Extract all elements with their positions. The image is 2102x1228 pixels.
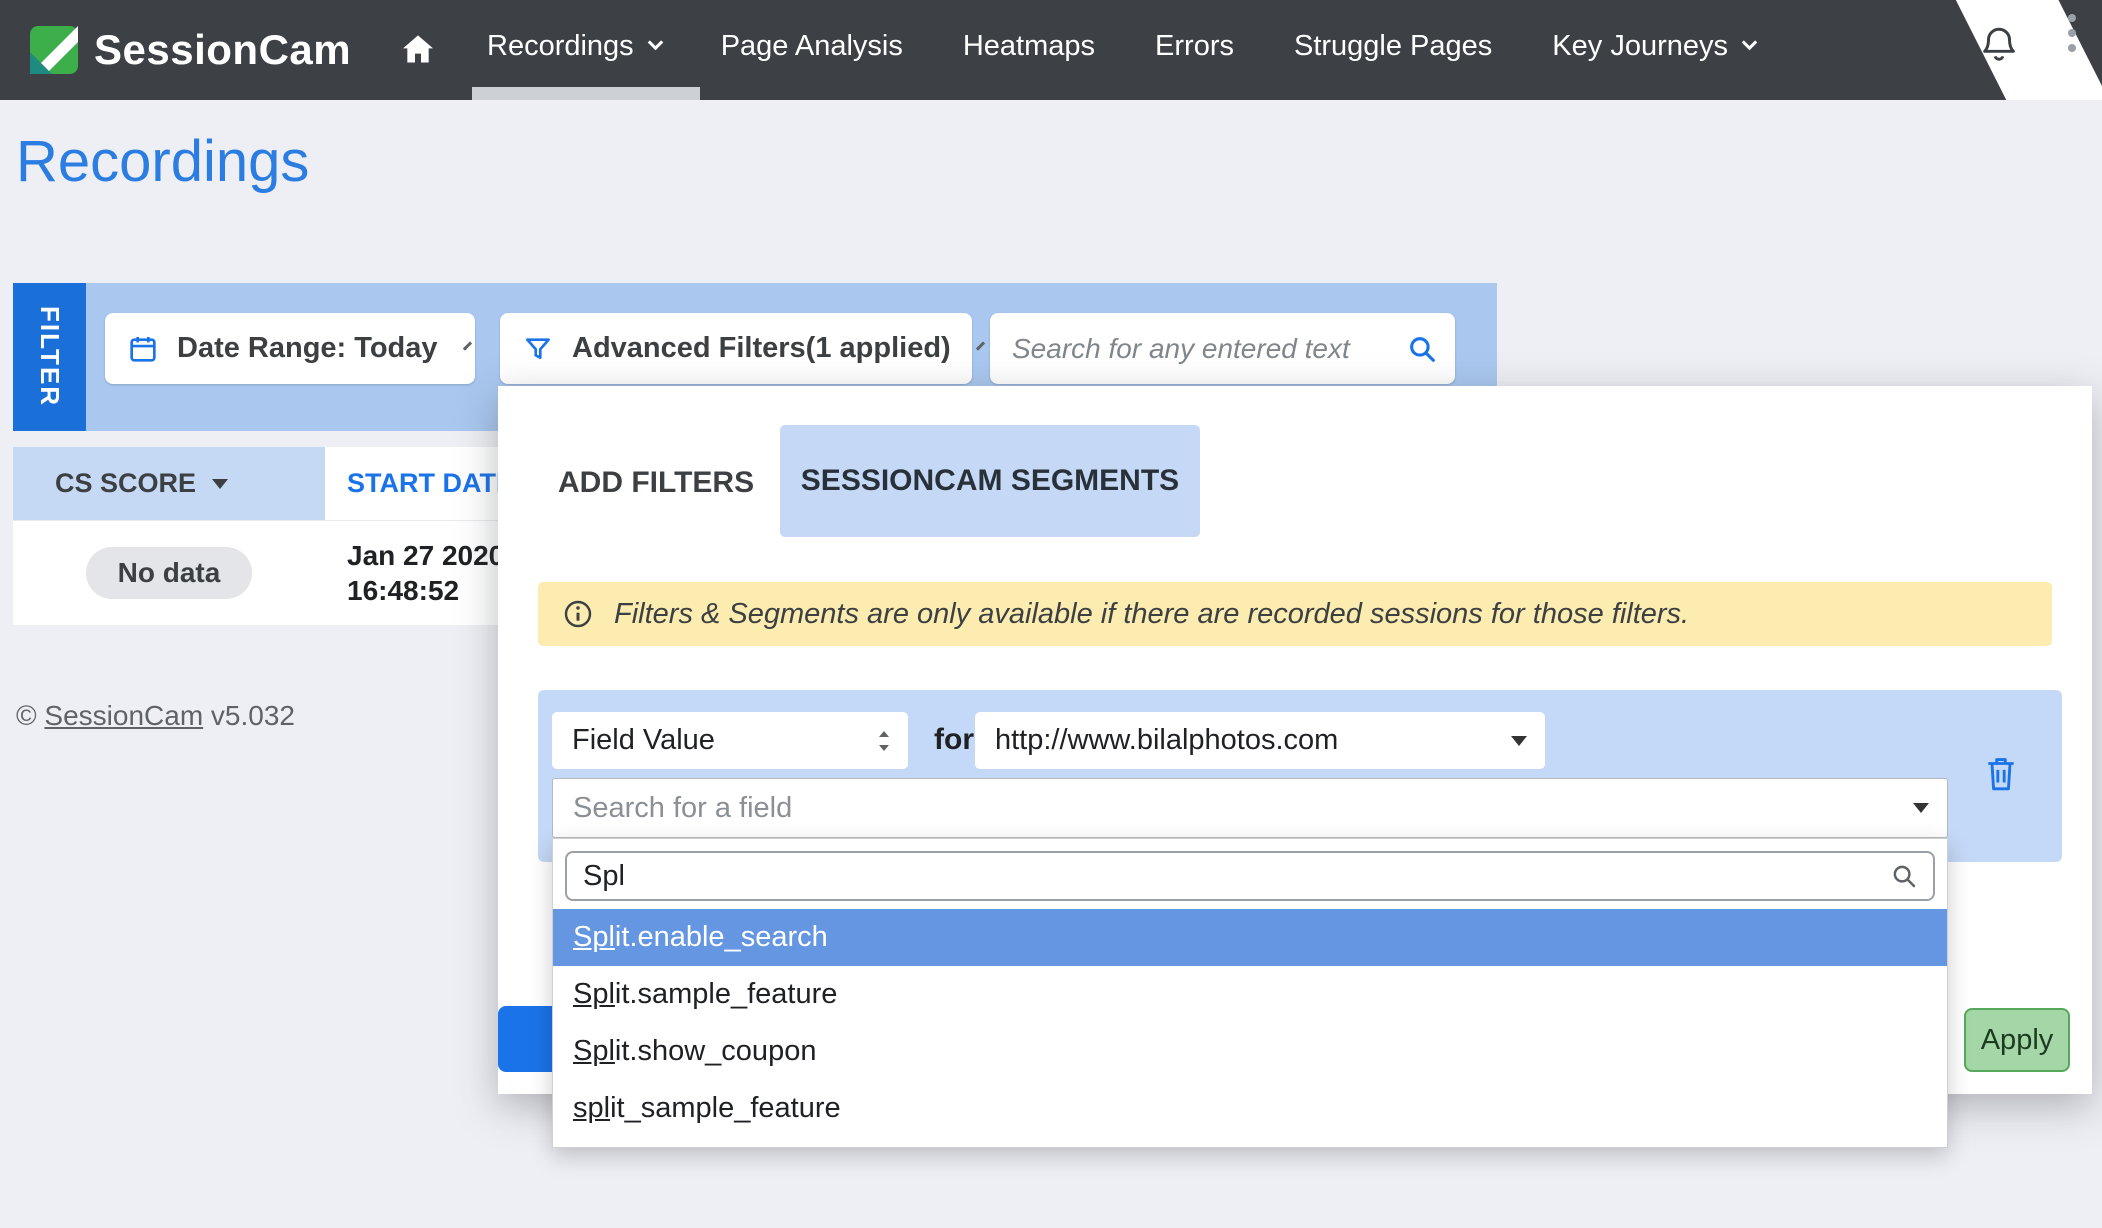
chevron-down-icon <box>647 35 663 51</box>
no-data-badge: No data <box>86 547 253 599</box>
search-icon[interactable] <box>1405 332 1439 366</box>
partially-hidden-button[interactable] <box>498 1006 560 1072</box>
column-header-start-date[interactable]: START DATE <box>325 447 514 520</box>
nav-item-label: Key Journeys <box>1552 30 1728 63</box>
start-date-header-label: START DATE <box>347 468 514 499</box>
advanced-filters-label: Advanced Filters(1 applied) <box>572 332 951 365</box>
start-date-cell: Jan 27 2020, 16:48:52 <box>325 521 512 625</box>
search-icon <box>1889 861 1919 891</box>
date-range-label: Date Range: Today <box>177 332 438 365</box>
nav-item-key-journeys[interactable]: Key Journeys <box>1552 30 1755 63</box>
tab-add-filters[interactable]: ADD FILTERS <box>558 458 754 508</box>
chevron-down-icon <box>1742 35 1758 51</box>
nav-item-label: Struggle Pages <box>1294 30 1492 63</box>
option-split-enable-search[interactable]: Split.enable_search <box>553 909 1947 966</box>
nav-items: Recordings Page Analysis Heatmaps Errors… <box>487 0 1755 92</box>
calendar-icon <box>127 333 159 365</box>
field-search-combobox[interactable]: Search for a field <box>552 778 1948 838</box>
version-label: v5.032 <box>203 700 295 731</box>
cs-score-header-label: CS SCORE <box>55 468 196 499</box>
notifications-bell-icon[interactable] <box>1978 22 2020 68</box>
sort-descending-icon <box>212 479 228 489</box>
option-match-text: Spl <box>573 921 615 954</box>
info-icon <box>562 598 594 630</box>
field-type-value: Field Value <box>572 724 715 757</box>
for-label: for <box>934 723 974 757</box>
select-arrow-icon <box>1511 736 1527 746</box>
chevron-down-icon <box>462 341 471 350</box>
option-rest-text: it.enable_search <box>615 921 828 954</box>
advanced-filters-button[interactable]: Advanced Filters(1 applied) <box>500 313 972 384</box>
nav-item-errors[interactable]: Errors <box>1155 30 1234 63</box>
home-icon[interactable] <box>398 30 438 70</box>
brand-logo-icon <box>30 26 78 74</box>
site-select-value: http://www.bilalphotos.com <box>995 724 1338 757</box>
info-banner-text: Filters & Segments are only available if… <box>614 598 1689 631</box>
chevron-down-icon <box>976 341 985 350</box>
start-date-line1: Jan 27 2020, <box>347 538 512 573</box>
brand[interactable]: SessionCam <box>30 0 351 100</box>
site-select[interactable]: http://www.bilalphotos.com <box>975 712 1545 769</box>
date-range-button[interactable]: Date Range: Today <box>105 313 475 384</box>
field-options-dropdown: Split.enable_search Split.sample_feature… <box>552 838 1948 1148</box>
option-match-text: Spl <box>573 1035 615 1068</box>
nav-item-struggle-pages[interactable]: Struggle Pages <box>1294 30 1492 63</box>
option-rest-text: it.show_coupon <box>615 1035 817 1068</box>
top-nav: SessionCam Recordings Page Analysis Heat… <box>0 0 2102 100</box>
nav-item-recordings[interactable]: Recordings <box>487 30 661 63</box>
active-tab-indicator <box>472 87 700 100</box>
option-rest-text: it_sample_feature <box>610 1092 841 1125</box>
field-search-placeholder: Search for a field <box>573 792 792 825</box>
select-updown-icon <box>872 726 896 756</box>
filter-criteria-row: Field Value for http://www.bilalphotos.c… <box>538 690 2062 862</box>
nav-item-label: Recordings <box>487 30 634 63</box>
nav-item-page-analysis[interactable]: Page Analysis <box>721 30 903 63</box>
start-date-line2: 16:48:52 <box>347 573 512 608</box>
nav-item-label: Heatmaps <box>963 30 1095 63</box>
page-title: Recordings <box>16 128 309 195</box>
overflow-menu-icon[interactable] <box>2068 14 2076 52</box>
field-filter-input[interactable] <box>583 860 1889 893</box>
sessioncam-footer-link[interactable]: SessionCam <box>44 700 203 731</box>
combobox-arrow-icon <box>1913 803 1929 813</box>
column-header-cs-score[interactable]: CS SCORE <box>13 447 325 520</box>
text-search-input[interactable] <box>1012 333 1405 365</box>
nav-item-label: Page Analysis <box>721 30 903 63</box>
option-split-sample-feature[interactable]: Split.sample_feature <box>553 966 1947 1023</box>
field-filter-search[interactable] <box>565 851 1935 901</box>
option-split-show-coupon[interactable]: Split.show_coupon <box>553 1023 1947 1080</box>
text-search-field[interactable] <box>990 313 1455 384</box>
nav-item-heatmaps[interactable]: Heatmaps <box>963 30 1095 63</box>
filter-funnel-icon <box>522 333 554 365</box>
tab-sessioncam-segments[interactable]: SESSIONCAM SEGMENTS <box>780 425 1200 537</box>
field-type-select[interactable]: Field Value <box>552 712 908 769</box>
brand-name: SessionCam <box>94 26 351 74</box>
option-match-text: Spl <box>573 978 615 1011</box>
delete-filter-icon[interactable] <box>1982 752 2022 796</box>
info-banner: Filters & Segments are only available if… <box>538 582 2052 646</box>
apply-button[interactable]: Apply <box>1964 1008 2070 1072</box>
advanced-filters-panel: ADD FILTERS SESSIONCAM SEGMENTS Filters … <box>498 386 2092 1094</box>
nav-item-label: Errors <box>1155 30 1234 63</box>
copyright-symbol: © <box>16 700 44 731</box>
footer: © SessionCam v5.032 <box>16 700 295 732</box>
option-rest-text: it.sample_feature <box>615 978 837 1011</box>
cs-score-cell: No data <box>13 521 325 625</box>
option-split-sample-feature-lower[interactable]: split_sample_feature <box>553 1080 1947 1137</box>
option-match-text: spl <box>573 1092 610 1125</box>
filter-side-tab[interactable]: FILTER <box>13 283 86 431</box>
